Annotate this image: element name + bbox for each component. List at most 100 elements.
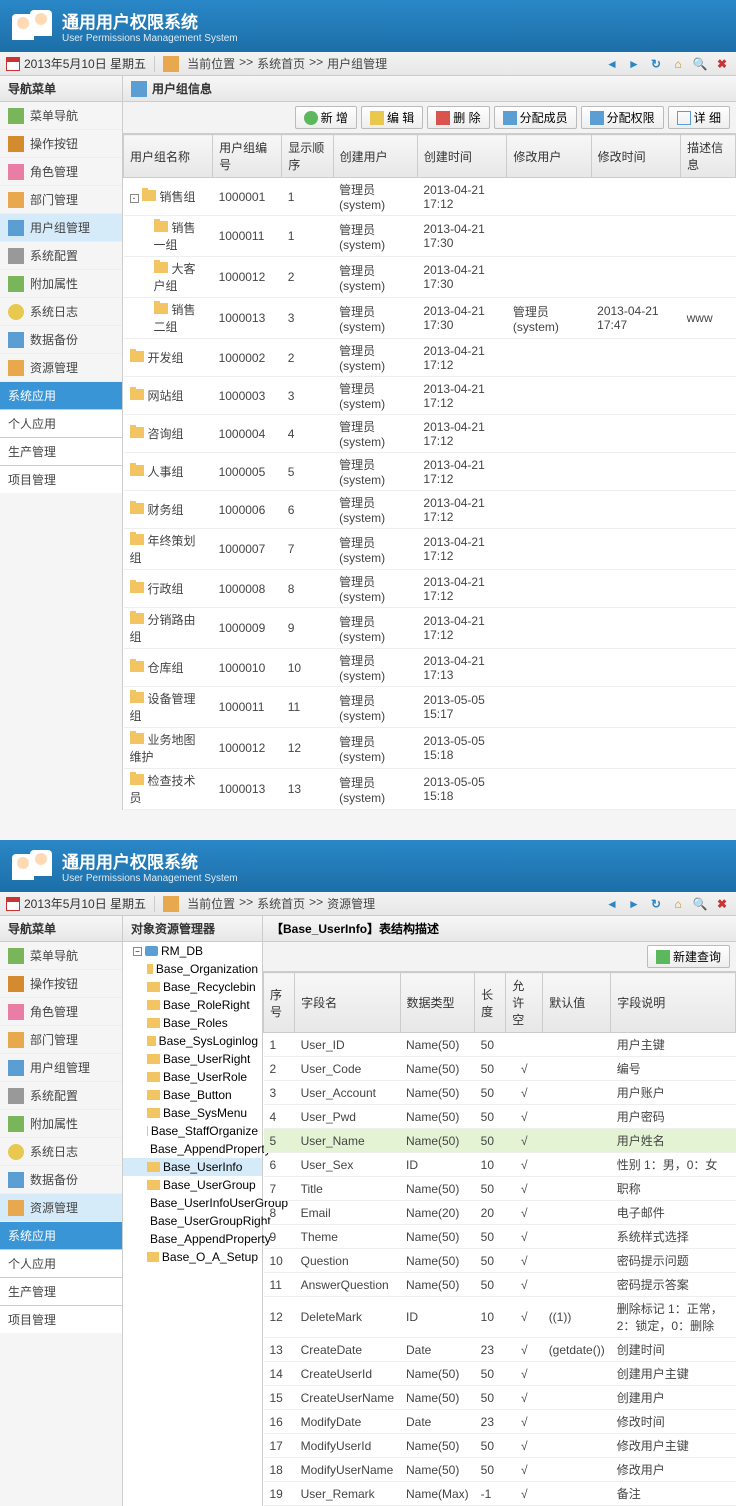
sidebar-item[interactable]: 操作按钮 (0, 130, 122, 158)
table-row[interactable]: 17ModifyUserIdName(50)50√修改用户主键 (264, 1434, 736, 1458)
sidebar-item[interactable]: 系统配置 (0, 1082, 122, 1110)
tree-node[interactable]: Base_RoleRight (123, 996, 262, 1014)
col-header[interactable]: 显示顺序 (282, 135, 333, 178)
sidebar-item[interactable]: 部门管理 (0, 186, 122, 214)
sidebar-item[interactable]: 资源管理 (0, 354, 122, 382)
sidebar-item[interactable]: 菜单导航 (0, 102, 122, 130)
sidebar-item[interactable]: 系统日志 (0, 1138, 122, 1166)
sidebar-item[interactable]: 用户组管理 (0, 1054, 122, 1082)
table-row[interactable]: 销售一组10000111管理员(system)2013-04-21 17:30 (124, 216, 736, 257)
col-header[interactable]: 默认值 (543, 973, 611, 1033)
sidebar-item[interactable]: 部门管理 (0, 1026, 122, 1054)
table-row[interactable]: 16ModifyDateDate23√修改时间 (264, 1410, 736, 1434)
col-header[interactable]: 长度 (475, 973, 506, 1033)
expand-icon[interactable]: - (130, 194, 139, 203)
tree-node[interactable]: Base_Organization (123, 960, 262, 978)
collapse-icon[interactable]: − (133, 947, 142, 956)
col-header[interactable]: 创建用户 (333, 135, 417, 178)
tree-node[interactable]: Base_Recyclebin (123, 978, 262, 996)
sidebar-item[interactable]: 数据备份 (0, 1166, 122, 1194)
refresh-icon[interactable]: ↻ (648, 896, 664, 912)
col-header[interactable]: 描述信息 (681, 135, 736, 178)
table-row[interactable]: 4User_PwdName(50)50√用户密码 (264, 1105, 736, 1129)
sidebar-item[interactable]: 菜单导航 (0, 942, 122, 970)
breadcrumb-item[interactable]: 资源管理 (327, 895, 375, 912)
table-row[interactable]: 年终策划组10000077管理员(system)2013-04-21 17:12 (124, 529, 736, 570)
tree-node[interactable]: Base_SysLoginlog (123, 1032, 262, 1050)
sidebar-category[interactable]: 个人应用 (0, 1249, 122, 1277)
table-row[interactable]: 11AnswerQuestionName(50)50√密码提示答案 (264, 1273, 736, 1297)
sidebar-category[interactable]: 生产管理 (0, 1277, 122, 1305)
table-row[interactable]: 8EmailName(20)20√电子邮件 (264, 1201, 736, 1225)
table-row[interactable]: 14CreateUserIdName(50)50√创建用户主键 (264, 1362, 736, 1386)
col-header[interactable]: 创建时间 (417, 135, 506, 178)
col-header[interactable]: 修改时间 (591, 135, 680, 178)
table-row[interactable]: 15CreateUserNameName(50)50√创建用户 (264, 1386, 736, 1410)
tree-root[interactable]: − RM_DB (123, 942, 262, 960)
nav-forward-icon[interactable]: ► (626, 56, 642, 72)
table-row[interactable]: 1User_IDName(50)50用户主键 (264, 1033, 736, 1057)
sidebar-category[interactable]: 生产管理 (0, 437, 122, 465)
refresh-icon[interactable]: ↻ (648, 56, 664, 72)
sidebar-item[interactable]: 资源管理 (0, 1194, 122, 1222)
table-row[interactable]: 开发组10000022管理员(system)2013-04-21 17:12 (124, 339, 736, 377)
sidebar-category[interactable]: 个人应用 (0, 409, 122, 437)
close-icon[interactable]: ✖ (714, 56, 730, 72)
tree-node[interactable]: Base_Roles (123, 1014, 262, 1032)
tree-node[interactable]: Base_UserGroup (123, 1176, 262, 1194)
table-row[interactable]: 设备管理组100001111管理员(system)2013-05-05 15:1… (124, 687, 736, 728)
tree-node[interactable]: Base_AppendPropertyInstance (123, 1140, 262, 1158)
col-header[interactable]: 数据类型 (400, 973, 475, 1033)
sidebar-item[interactable]: 附加属性 (0, 270, 122, 298)
breadcrumb-item[interactable]: 系统首页 (257, 55, 305, 72)
breadcrumb-item[interactable]: 系统首页 (257, 895, 305, 912)
table-row[interactable]: 12DeleteMarkID10√((1))删除标记 1：正常，2：锁定，0：删… (264, 1297, 736, 1338)
col-header[interactable]: 字段说明 (611, 973, 736, 1033)
sidebar-item[interactable]: 角色管理 (0, 158, 122, 186)
tree-node[interactable]: Base_SysMenu (123, 1104, 262, 1122)
new-query-button[interactable]: 新建查询 (647, 945, 730, 968)
table-row[interactable]: 3User_AccountName(50)50√用户账户 (264, 1081, 736, 1105)
table-row[interactable]: 网站组10000033管理员(system)2013-04-21 17:12 (124, 377, 736, 415)
nav-forward-icon[interactable]: ► (626, 896, 642, 912)
nav-back-icon[interactable]: ◄ (604, 896, 620, 912)
sidebar-item[interactable]: 系统日志 (0, 298, 122, 326)
col-header[interactable]: 用户组编号 (213, 135, 282, 178)
col-header[interactable]: 修改用户 (507, 135, 591, 178)
search-icon[interactable]: 🔍 (692, 56, 708, 72)
edit-button[interactable]: 编 辑 (361, 106, 423, 129)
col-header[interactable]: 允许空 (506, 973, 543, 1033)
tree-node[interactable]: Base_UserGroupRight (123, 1212, 262, 1230)
detail-button[interactable]: 详 细 (668, 106, 730, 129)
table-row[interactable]: 分销路由组10000099管理员(system)2013-04-21 17:12 (124, 608, 736, 649)
close-icon[interactable]: ✖ (714, 896, 730, 912)
sidebar-category[interactable]: 系统应用 (0, 1222, 122, 1249)
table-row[interactable]: 行政组10000088管理员(system)2013-04-21 17:12 (124, 570, 736, 608)
sidebar-item[interactable]: 数据备份 (0, 326, 122, 354)
sidebar-category[interactable]: 系统应用 (0, 382, 122, 409)
col-header[interactable]: 用户组名称 (124, 135, 213, 178)
assign-perm-button[interactable]: 分配权限 (581, 106, 664, 129)
table-row[interactable]: 人事组10000055管理员(system)2013-04-21 17:12 (124, 453, 736, 491)
tree-node[interactable]: Base_Button (123, 1086, 262, 1104)
sidebar-category[interactable]: 项目管理 (0, 1305, 122, 1333)
table-row[interactable]: 咨询组10000044管理员(system)2013-04-21 17:12 (124, 415, 736, 453)
table-row[interactable]: 仓库组100001010管理员(system)2013-04-21 17:13 (124, 649, 736, 687)
table-row[interactable]: 财务组10000066管理员(system)2013-04-21 17:12 (124, 491, 736, 529)
table-row[interactable]: 检查技术员100001313管理员(system)2013-05-05 15:1… (124, 769, 736, 810)
col-header[interactable]: 序号 (264, 973, 295, 1033)
table-row[interactable]: 业务地图维护100001212管理员(system)2013-05-05 15:… (124, 728, 736, 769)
tree-node[interactable]: Base_UserInfo (123, 1158, 262, 1176)
tree-node[interactable]: Base_StaffOrganize (123, 1122, 262, 1140)
table-row[interactable]: 2User_CodeName(50)50√编号 (264, 1057, 736, 1081)
tree-node[interactable]: Base_UserRole (123, 1068, 262, 1086)
table-row[interactable]: 大客户组10000122管理员(system)2013-04-21 17:30 (124, 257, 736, 298)
sidebar-item[interactable]: 附加属性 (0, 1110, 122, 1138)
table-row[interactable]: 5User_NameName(50)50√用户姓名 (264, 1129, 736, 1153)
sidebar-item[interactable]: 系统配置 (0, 242, 122, 270)
table-row[interactable]: 18ModifyUserNameName(50)50√修改用户 (264, 1458, 736, 1482)
table-row[interactable]: 10QuestionName(50)50√密码提示问题 (264, 1249, 736, 1273)
table-row[interactable]: 19User_RemarkName(Max)-1√备注 (264, 1482, 736, 1506)
assign-member-button[interactable]: 分配成员 (494, 106, 577, 129)
tree-node[interactable]: Base_AppendProperty (123, 1230, 262, 1248)
